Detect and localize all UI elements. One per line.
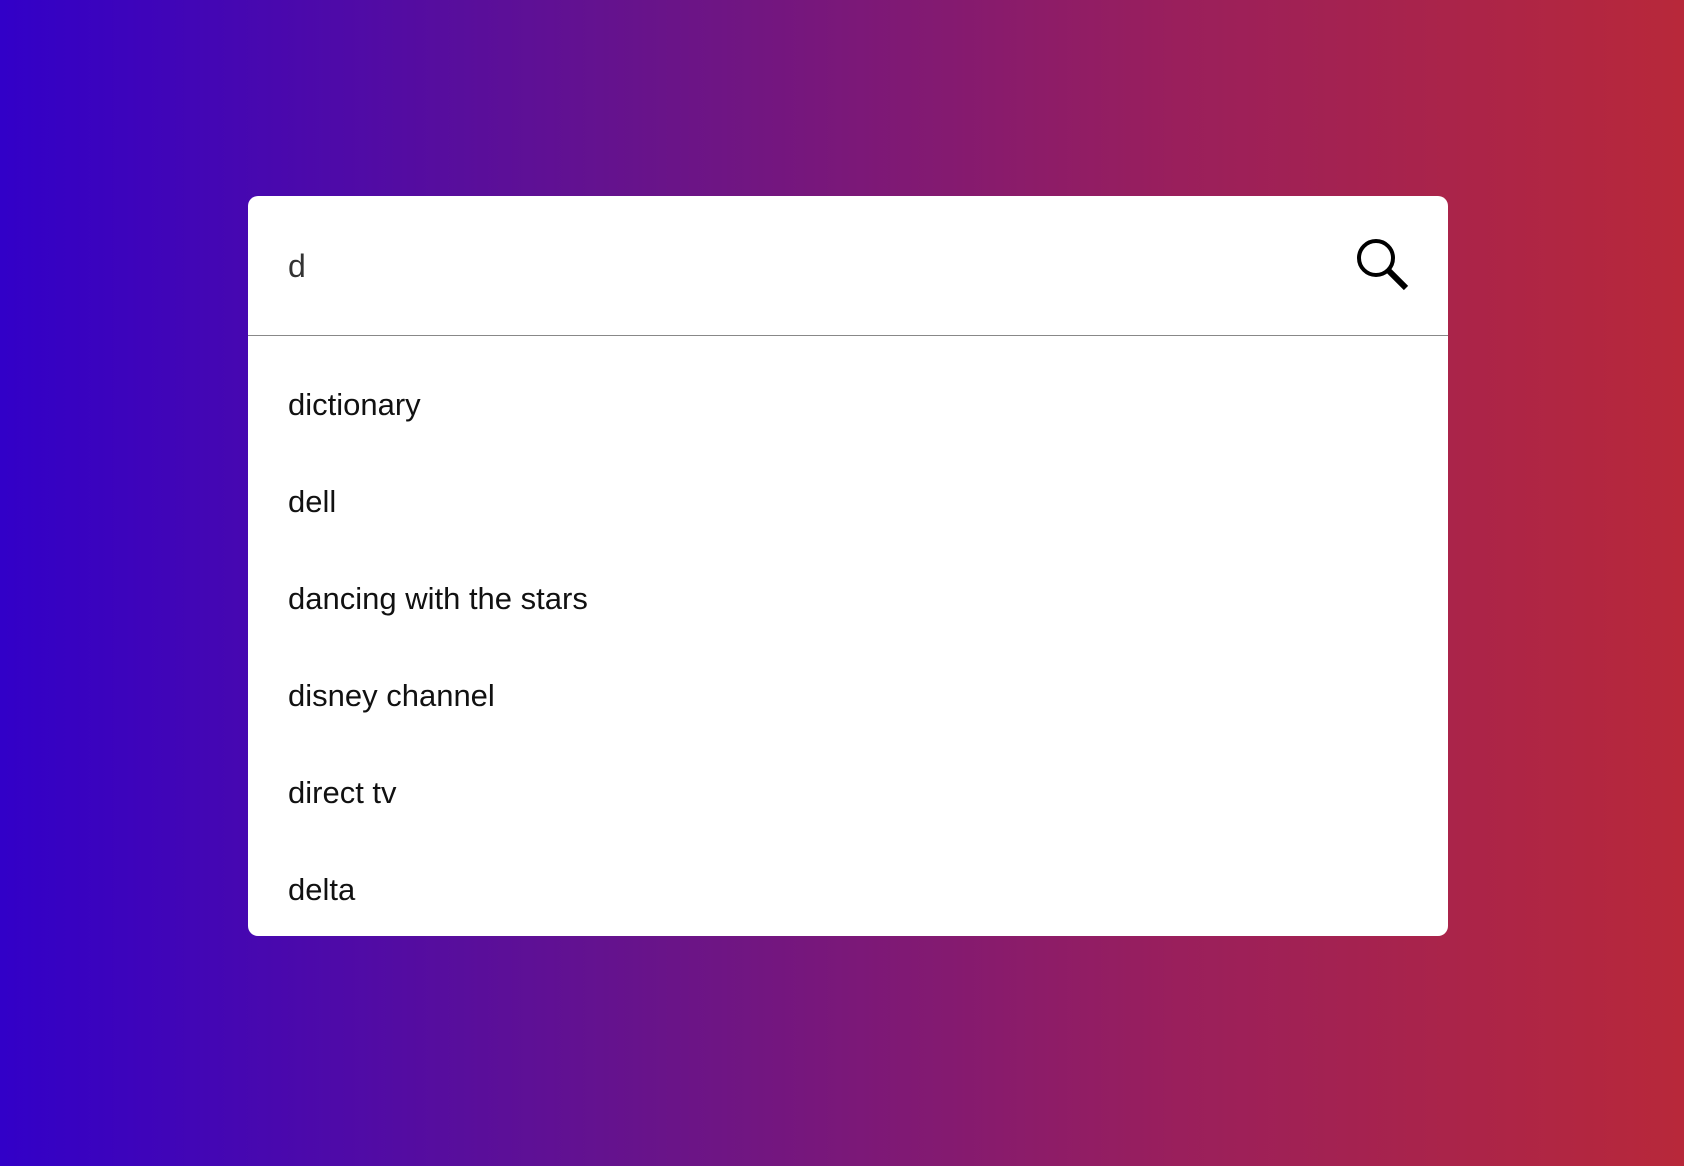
suggestion-list: dictionary dell dancing with the stars d… — [248, 336, 1448, 936]
search-button[interactable] — [1354, 236, 1410, 292]
suggestion-item[interactable]: dell — [248, 453, 1448, 550]
suggestion-item[interactable]: dictionary — [248, 356, 1448, 453]
suggestion-item[interactable]: delta — [248, 841, 1448, 936]
suggestion-item[interactable]: disney channel — [248, 647, 1448, 744]
search-input[interactable] — [288, 236, 1348, 296]
suggestion-item[interactable]: direct tv — [248, 744, 1448, 841]
search-bar — [248, 196, 1448, 336]
suggestion-item[interactable]: dancing with the stars — [248, 550, 1448, 647]
search-card: dictionary dell dancing with the stars d… — [248, 196, 1448, 936]
search-icon — [1357, 239, 1409, 291]
